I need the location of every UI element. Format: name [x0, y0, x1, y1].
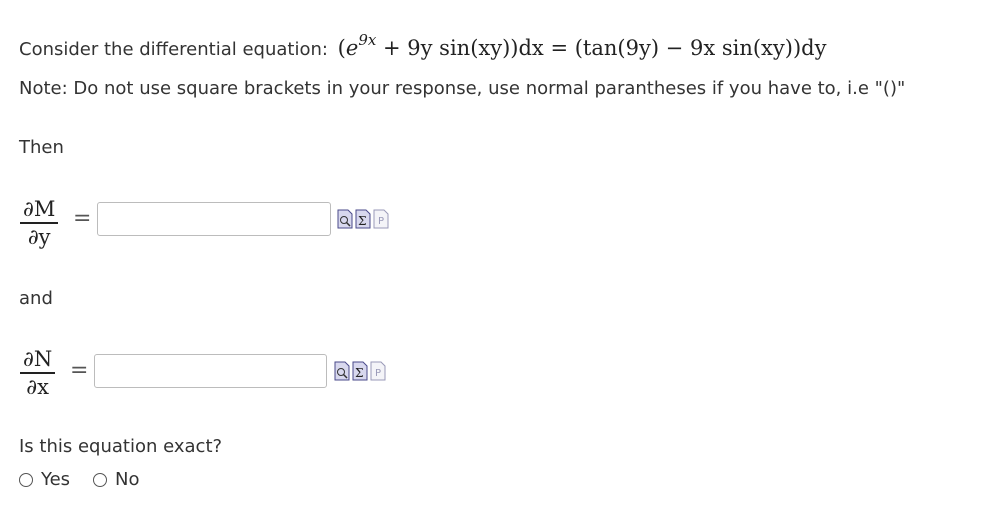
- and-label: and: [19, 288, 53, 309]
- radio-circle[interactable]: [19, 472, 33, 487]
- dm-dy-tools: Σ P: [337, 209, 389, 229]
- exact-question: Is this equation exact?: [19, 436, 223, 457]
- option-no[interactable]: No: [93, 469, 139, 490]
- dm-dy-answer-input[interactable]: [97, 202, 331, 236]
- equation-editor-icon[interactable]: Σ: [355, 209, 371, 229]
- option-yes-label: Yes: [41, 469, 71, 490]
- svg-text:P: P: [375, 368, 381, 379]
- preview-icon[interactable]: [337, 209, 353, 229]
- dn-dx-tools: Σ P: [334, 361, 386, 381]
- svg-text:Σ: Σ: [358, 214, 366, 228]
- dn-dx-numerator: ∂N: [23, 347, 53, 371]
- dm-dy-numerator: ∂M: [23, 197, 56, 221]
- differential-equation: (e9x + 9y sin(xy))dx = (tan(9y) − 9x sin…: [337, 31, 827, 60]
- dm-dy-denominator: ∂y: [27, 224, 51, 249]
- then-label: Then: [19, 137, 64, 158]
- help-icon[interactable]: P: [370, 361, 386, 381]
- problem-intro: Consider the differential equation:: [19, 39, 328, 60]
- help-icon[interactable]: P: [373, 209, 389, 229]
- option-yes[interactable]: Yes: [19, 469, 70, 490]
- dn-dx-answer-input[interactable]: [94, 354, 327, 388]
- radio-circle[interactable]: [93, 472, 107, 487]
- equation-editor-icon[interactable]: Σ: [352, 361, 368, 381]
- svg-text:Σ: Σ: [355, 366, 363, 380]
- dm-dy-fraction: ∂M ∂y: [20, 197, 59, 249]
- option-no-label: No: [115, 469, 140, 490]
- svg-text:P: P: [378, 216, 384, 227]
- dm-dy-equals: =: [73, 206, 92, 231]
- preview-icon[interactable]: [334, 361, 350, 381]
- dn-dx-denominator: ∂x: [26, 374, 49, 399]
- problem-note: Note: Do not use square brackets in your…: [19, 78, 906, 99]
- fraction-bar: [20, 222, 59, 224]
- fraction-bar: [20, 372, 56, 374]
- dn-dx-fraction: ∂N ∂x: [20, 347, 56, 399]
- dn-dx-equals: =: [70, 358, 89, 383]
- problem-intro-line: Consider the differential equation: (e9x…: [19, 31, 827, 60]
